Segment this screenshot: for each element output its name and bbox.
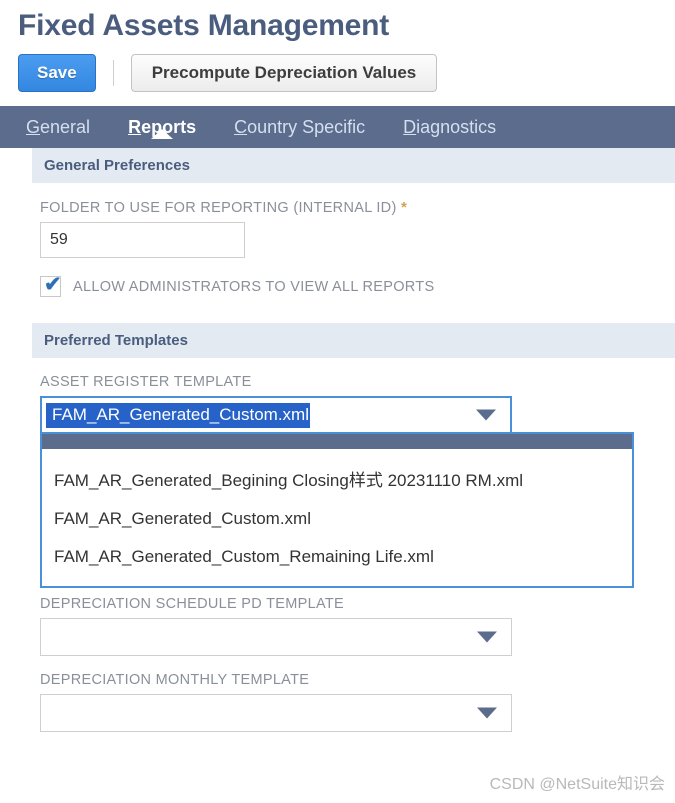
depreciation-schedule-pd-template-select[interactable]: [40, 618, 512, 656]
general-preferences-fields: FOLDER TO USE FOR REPORTING (INTERNAL ID…: [0, 183, 675, 297]
required-asterisk-icon: *: [400, 199, 408, 216]
tab-general[interactable]: General: [26, 117, 90, 138]
folder-to-use-for-reporting-label: FOLDER TO USE FOR REPORTING (INTERNAL ID…: [40, 183, 675, 222]
page-title: Fixed Assets Management: [18, 9, 390, 42]
tab-general-label: eneral: [40, 116, 91, 137]
tab-diagnostics-accesskey: D: [403, 116, 417, 137]
dropdown-option[interactable]: FAM_AR_Generated_Custom.xml: [42, 500, 632, 538]
dropdown-option[interactable]: FAM_AR_Generated_Custom_Remaining Life.x…: [42, 538, 632, 576]
toolbar: Save Precompute Depreciation Values: [0, 48, 675, 92]
tab-country-specific-label: ountry Specific: [247, 116, 366, 137]
tab-reports[interactable]: Reports: [128, 116, 196, 139]
asset-register-template-field[interactable]: FAM_AR_Generated_Custom.xml: [40, 396, 512, 434]
form-body: General Preferences FOLDER TO USE FOR RE…: [0, 148, 675, 732]
allow-administrators-checkbox[interactable]: ✔: [40, 273, 62, 297]
save-button[interactable]: Save: [18, 53, 96, 92]
chevron-down-icon[interactable]: [476, 409, 496, 421]
allow-administrators-checkbox-label: ALLOW ADMINISTRATORS TO VIEW ALL REPORTS: [73, 278, 435, 295]
section-header-preferred-templates: Preferred Templates: [32, 323, 675, 358]
section-header-general-preferences: General Preferences: [32, 148, 675, 183]
active-tab-pointer-icon: [151, 128, 174, 139]
tab-country-specific-accesskey: C: [234, 116, 248, 137]
dropdown-header-strip: [42, 434, 632, 449]
preferred-templates-fields: ASSET REGISTER TEMPLATE FAM_AR_Generated…: [0, 358, 675, 732]
asset-register-template-dropdown-panel: FAM_AR_Generated_Begining Closing样式 2023…: [40, 432, 634, 588]
allow-administrators-checkbox-row[interactable]: ✔ ALLOW ADMINISTRATORS TO VIEW ALL REPOR…: [40, 258, 675, 297]
folder-to-use-for-reporting-input[interactable]: [40, 222, 245, 258]
dropdown-option-list: FAM_AR_Generated_Begining Closing样式 2023…: [42, 449, 632, 586]
depreciation-monthly-template-select[interactable]: [40, 694, 512, 732]
chevron-down-icon[interactable]: [477, 707, 497, 719]
tab-bar: General Reports Country Specific Diagnos…: [0, 106, 675, 148]
asset-register-template-select[interactable]: FAM_AR_Generated_Custom.xml FAM_AR_Gener…: [40, 396, 634, 588]
tab-country-specific[interactable]: Country Specific: [234, 117, 365, 138]
depreciation-schedule-pd-template-label: DEPRECIATION SCHEDULE PD TEMPLATE: [40, 596, 344, 612]
toolbar-divider: [112, 59, 114, 86]
precompute-depreciation-values-button[interactable]: Precompute Depreciation Values: [130, 53, 438, 92]
dropdown-option[interactable]: FAM_AR_Generated_Begining Closing样式 2023…: [42, 457, 632, 500]
tab-reports-accesskey: R: [128, 116, 142, 137]
checkmark-icon: ✔: [44, 273, 62, 296]
tab-general-accesskey: G: [26, 116, 41, 137]
asset-register-template-selected-value: FAM_AR_Generated_Custom.xml: [46, 402, 310, 428]
watermark: CSDN @NetSuite知识会: [489, 776, 665, 793]
asset-register-template-label: ASSET REGISTER TEMPLATE: [40, 374, 252, 390]
folder-to-use-for-reporting-label-text: FOLDER TO USE FOR REPORTING (INTERNAL ID…: [40, 200, 397, 216]
depreciation-monthly-template-label: DEPRECIATION MONTHLY TEMPLATE: [40, 672, 310, 688]
tab-diagnostics[interactable]: Diagnostics: [403, 117, 496, 138]
tab-diagnostics-label: iagnostics: [416, 116, 497, 137]
chevron-down-icon[interactable]: [477, 631, 497, 643]
